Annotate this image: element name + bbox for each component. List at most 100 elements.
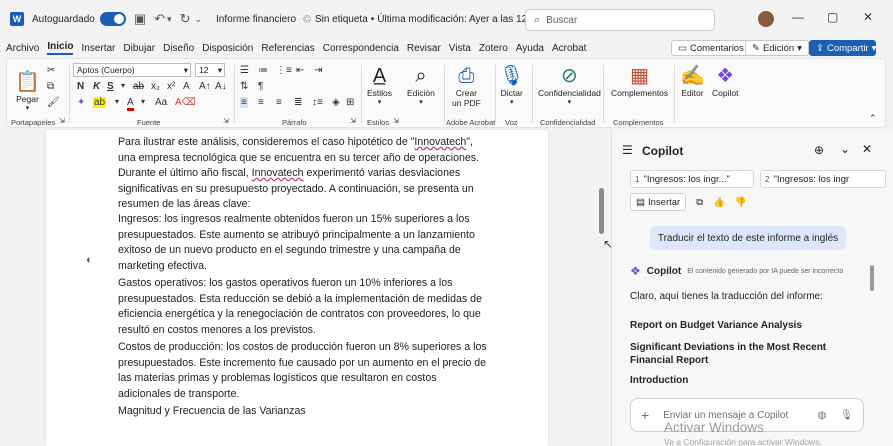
strikethrough-icon[interactable]: ab: [133, 81, 144, 92]
redo-icon[interactable]: ↻: [180, 11, 191, 27]
tab-revisar[interactable]: Revisar: [407, 43, 441, 54]
share-button[interactable]: ⇪ Compartir ▾: [809, 40, 876, 56]
comments-button[interactable]: ▭ Comentarios: [671, 40, 751, 56]
clear-formatting-icon[interactable]: A⌫: [175, 97, 196, 108]
font-color-icon[interactable]: A: [127, 97, 134, 111]
paragraph-heading-varianzas[interactable]: Magnitud y Frecuencia de las Varianzas: [118, 404, 488, 420]
search-input[interactable]: ⌕ Buscar: [525, 9, 715, 31]
tab-acrobat[interactable]: Acrobat: [552, 43, 586, 54]
italic-icon[interactable]: K: [93, 81, 100, 92]
tab-diseno[interactable]: Diseño: [163, 43, 194, 54]
subscript-icon[interactable]: x₂: [151, 81, 160, 92]
styles-button[interactable]: A̲ Estilos ▾: [367, 63, 392, 107]
font-name-dropdown[interactable]: Aptos (Cuerpo) ▾: [73, 63, 191, 77]
document-scrollbar[interactable]: [598, 130, 606, 446]
superscript-icon[interactable]: x²: [167, 81, 175, 92]
align-right-icon[interactable]: ≡: [276, 97, 282, 108]
copilot-scrollbar[interactable]: [870, 265, 874, 291]
dialog-launcher-icon[interactable]: ⇲: [223, 117, 229, 125]
dictate-button[interactable]: 🎙 Dictar ▾: [499, 63, 524, 107]
editing-button[interactable]: ⌕ Edición ▾: [407, 63, 435, 107]
thumbs-up-icon[interactable]: 👍: [713, 197, 725, 208]
document-page[interactable]: Para ilustrar este análisis, consideremo…: [46, 130, 548, 446]
chevron-down-icon[interactable]: ▾: [115, 97, 119, 106]
tab-dibujar[interactable]: Dibujar: [123, 43, 155, 54]
scrollbar-thumb[interactable]: [599, 188, 604, 234]
globe-icon[interactable]: ◍: [818, 410, 827, 421]
increase-indent-icon[interactable]: ⇥: [314, 65, 322, 76]
bullets-icon[interactable]: ☰: [240, 65, 249, 76]
menu-icon[interactable]: ☰: [622, 143, 633, 157]
plus-icon[interactable]: +: [641, 407, 649, 423]
new-chat-icon[interactable]: ⊕: [814, 143, 824, 157]
insert-button[interactable]: ▤ Insertar: [630, 193, 687, 211]
justify-icon[interactable]: ≣: [294, 97, 302, 108]
tab-inicio[interactable]: Inicio: [47, 41, 74, 55]
tab-vista[interactable]: Vista: [449, 43, 471, 54]
change-case-icon[interactable]: Aa: [155, 97, 167, 108]
grow-font-icon[interactable]: A↑: [199, 81, 211, 92]
copilot-ribbon-button[interactable]: ❖ Copilot: [712, 63, 738, 99]
chevron-down-icon[interactable]: ⌄: [194, 14, 202, 25]
tab-zotero[interactable]: Zotero: [479, 43, 508, 54]
borders-icon[interactable]: ⊞: [346, 97, 354, 108]
tab-referencias[interactable]: Referencias: [261, 43, 314, 54]
create-pdf-button[interactable]: ⎙ Crear un PDF: [452, 63, 481, 109]
tab-correspondencia[interactable]: Correspondencia: [323, 43, 399, 54]
tab-insertar[interactable]: Insertar: [81, 43, 115, 54]
multilevel-list-icon[interactable]: ⋮≡: [276, 65, 292, 76]
reference-chip[interactable]: 1 "Ingresos: los ingr...": [630, 170, 754, 188]
show-formatting-icon[interactable]: ¶: [258, 81, 263, 92]
sensitivity-button[interactable]: ⊘ Confidencialidad ▾: [538, 63, 601, 107]
chevron-up-icon[interactable]: ⌃: [869, 113, 877, 124]
restore-icon[interactable]: ▢: [827, 10, 838, 24]
undo-icon[interactable]: ↶: [154, 11, 165, 27]
underline-icon[interactable]: S: [107, 81, 114, 92]
paste-button[interactable]: 📋 Pegar ▾: [15, 69, 40, 113]
document-name[interactable]: Informe financiero: [216, 14, 296, 25]
font-size-dropdown[interactable]: 12 ▾: [195, 63, 225, 77]
bold-icon[interactable]: N: [77, 81, 84, 92]
line-spacing-icon[interactable]: ↕≡: [312, 97, 323, 108]
format-painter-icon[interactable]: 🖌: [47, 97, 60, 108]
chevron-down-icon[interactable]: ▾: [141, 97, 145, 106]
paragraph-intro[interactable]: Para ilustrar este análisis, consideremo…: [118, 135, 488, 213]
align-left-icon[interactable]: ≡: [240, 97, 248, 108]
paragraph-gastos[interactable]: Gastos operativos: los gastos operativos…: [118, 276, 488, 338]
dialog-launcher-icon[interactable]: ⇲: [59, 117, 65, 125]
editor-button[interactable]: ✍ Editor: [680, 63, 705, 99]
thumbs-down-icon[interactable]: 👎: [735, 197, 747, 208]
minimize-icon[interactable]: —: [792, 10, 804, 24]
chevron-down-icon[interactable]: ⌄: [840, 142, 850, 156]
copy-icon[interactable]: ⧉: [696, 197, 703, 208]
tab-disposicion[interactable]: Disposición: [202, 43, 253, 54]
close-icon[interactable]: ✕: [862, 142, 872, 156]
align-center-icon[interactable]: ≡: [258, 97, 264, 108]
avatar[interactable]: [758, 11, 774, 27]
tab-archivo[interactable]: Archivo: [6, 43, 39, 54]
autosave-toggle[interactable]: [99, 12, 126, 26]
paragraph-costos[interactable]: Costos de producción: los costos de prod…: [118, 340, 488, 402]
cut-icon[interactable]: ✂: [47, 65, 55, 76]
shrink-font-icon[interactable]: A↓: [215, 81, 227, 92]
copilot-margin-icon[interactable]: ◐: [86, 254, 93, 266]
dialog-launcher-icon[interactable]: ⇲: [350, 117, 356, 125]
close-icon[interactable]: ✕: [863, 10, 873, 24]
shading-icon[interactable]: ◈: [332, 97, 340, 108]
reference-chip[interactable]: 2 "Ingresos: los ingr: [760, 170, 886, 188]
paragraph-ingresos[interactable]: Ingresos: los ingresos realmente obtenid…: [118, 212, 488, 274]
microphone-icon[interactable]: 🎙: [840, 410, 853, 421]
copilot-rewrite-icon[interactable]: ✦: [77, 97, 85, 108]
editing-mode-button[interactable]: ✎ Edición ▾: [745, 40, 809, 56]
tab-ayuda[interactable]: Ayuda: [516, 43, 544, 54]
copy-icon[interactable]: ⧉: [47, 81, 54, 92]
decrease-indent-icon[interactable]: ⇤: [296, 65, 304, 76]
highlight-icon[interactable]: ab: [93, 97, 107, 108]
dialog-launcher-icon[interactable]: ⇲: [393, 117, 399, 125]
chevron-down-icon[interactable]: ▾: [121, 81, 125, 90]
numbering-icon[interactable]: ≔: [258, 65, 268, 76]
addins-button[interactable]: ▦ Complementos: [611, 63, 668, 99]
sort-icon[interactable]: ⇅: [240, 81, 248, 92]
undo-dropdown-icon[interactable]: ▾: [167, 14, 172, 25]
save-icon[interactable]: ▣: [134, 11, 146, 27]
